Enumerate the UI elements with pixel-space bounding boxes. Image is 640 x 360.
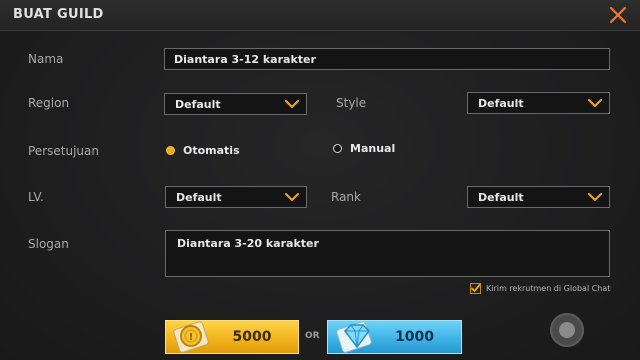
diamond-amount: 1000 [395, 329, 434, 345]
chevron-down-icon [588, 99, 602, 107]
style-value: Default [478, 96, 524, 110]
approval-option-auto-label: Otomatis [183, 144, 240, 157]
level-dropdown[interactable]: Default [165, 186, 307, 208]
level-label: LV. [28, 190, 44, 204]
close-icon [609, 6, 627, 24]
rank-value: Default [478, 190, 524, 204]
checkmark-icon [471, 284, 481, 292]
rank-dropdown[interactable]: Default [467, 186, 610, 208]
svg-text:!: ! [189, 332, 194, 343]
slogan-placeholder: Diantara 3-20 karakter [177, 237, 319, 250]
gold-amount: 5000 [232, 329, 272, 345]
guild-name-input[interactable]: Diantara 3-12 karakter [164, 48, 610, 70]
slogan-label: Slogan [28, 237, 69, 251]
approval-option-auto[interactable]: Otomatis [166, 144, 240, 157]
chevron-down-icon [285, 100, 299, 108]
rank-label: Rank [331, 190, 361, 204]
page-title: BUAT GUILD [13, 7, 104, 22]
create-guild-screen: BUAT GUILD Nama Diantara 3-12 karakter R… [0, 0, 640, 360]
radio-unselected-icon [333, 144, 342, 153]
global-chat-checkbox[interactable] [470, 283, 481, 294]
approval-option-manual-label: Manual [350, 142, 396, 155]
region-dropdown[interactable]: Default [164, 93, 307, 115]
guild-name-placeholder: Diantara 3-12 karakter [174, 52, 316, 66]
close-button[interactable] [606, 3, 630, 27]
title-bar: BUAT GUILD [0, 0, 640, 31]
gold-coin-icon: ! [173, 321, 209, 353]
approval-label: Persetujuan [28, 144, 99, 158]
slogan-input[interactable]: Diantara 3-20 karakter [165, 230, 610, 277]
circle-icon [559, 322, 575, 338]
region-label: Region [28, 96, 70, 110]
approval-option-manual[interactable]: Manual [333, 142, 395, 155]
chevron-down-icon [588, 193, 602, 201]
style-dropdown[interactable]: Default [467, 92, 610, 114]
action-circle-button[interactable] [550, 313, 584, 347]
radio-selected-icon [166, 146, 175, 155]
level-value: Default [176, 190, 222, 204]
chevron-down-icon [285, 193, 299, 201]
or-separator: OR [305, 331, 320, 341]
style-label: Style [336, 96, 367, 110]
diamond-icon [336, 321, 372, 353]
global-chat-label: Kirim rekrutmen di Global Chat [486, 284, 611, 293]
region-value: Default [175, 97, 221, 111]
name-label: Nama [28, 52, 64, 66]
global-chat-option[interactable]: Kirim rekrutmen di Global Chat [470, 283, 610, 294]
